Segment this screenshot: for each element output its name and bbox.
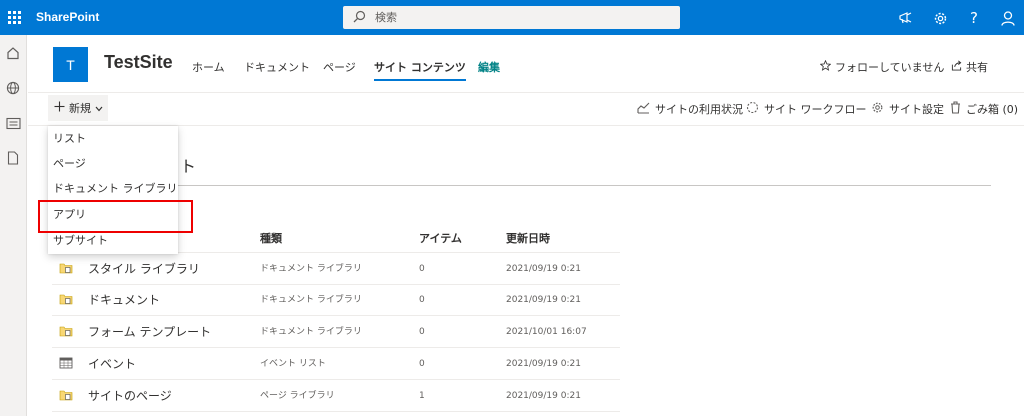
heading-divider bbox=[52, 185, 991, 186]
table-row[interactable]: サイトのページ ページ ライブラリ 1 2021/09/19 0:21 bbox=[52, 380, 620, 412]
site-logo[interactable]: T bbox=[53, 47, 88, 82]
person-icon[interactable] bbox=[998, 8, 1018, 28]
menu-item-document-library[interactable]: ドキュメント ライブラリ bbox=[48, 176, 178, 201]
table-row[interactable]: イベント イベント リスト 0 2021/09/19 0:21 bbox=[52, 348, 620, 380]
share-button[interactable]: 共有 bbox=[951, 59, 988, 75]
recycle-bin-button[interactable]: ごみ箱 (0) bbox=[950, 101, 1018, 117]
nav-edit-link[interactable]: 編集 bbox=[478, 59, 500, 75]
nav-pages[interactable]: ページ bbox=[323, 59, 356, 75]
menu-item-list[interactable]: リスト bbox=[48, 126, 178, 151]
site-workflow-label: サイト ワークフロー bbox=[764, 103, 867, 116]
new-dropdown-menu: リスト ページ ドキュメント ライブラリ アプリ サブサイト bbox=[48, 126, 178, 254]
row-modified: 2021/09/19 0:21 bbox=[506, 359, 581, 369]
brand-label[interactable]: SharePoint bbox=[36, 0, 99, 35]
site-settings-button[interactable]: サイト設定 bbox=[871, 101, 944, 117]
share-icon bbox=[951, 60, 962, 74]
table-row[interactable]: ドキュメント ドキュメント ライブラリ 0 2021/09/19 0:21 bbox=[52, 284, 620, 316]
chevron-down-icon bbox=[95, 102, 103, 115]
header-divider bbox=[28, 92, 1024, 93]
home-icon[interactable] bbox=[5, 45, 21, 61]
gear-icon[interactable] bbox=[930, 8, 950, 28]
row-count: 0 bbox=[419, 295, 425, 305]
row-name[interactable]: イベント bbox=[88, 348, 136, 380]
row-name[interactable]: スタイル ライブラリ bbox=[88, 253, 200, 285]
library-icon bbox=[59, 389, 73, 401]
document-icon[interactable] bbox=[5, 150, 21, 166]
row-name[interactable]: ドキュメント bbox=[88, 284, 160, 316]
row-count: 0 bbox=[419, 264, 425, 274]
trash-icon bbox=[950, 101, 961, 117]
row-count: 1 bbox=[419, 391, 425, 401]
library-icon bbox=[59, 325, 73, 337]
search-icon bbox=[353, 10, 366, 26]
row-modified: 2021/09/19 0:21 bbox=[506, 391, 581, 401]
new-label: 新規 bbox=[69, 102, 91, 115]
row-count: 0 bbox=[419, 359, 425, 369]
row-count: 0 bbox=[419, 327, 425, 337]
column-header-type[interactable]: 種類 bbox=[260, 230, 282, 246]
menu-item-page[interactable]: ページ bbox=[48, 151, 178, 176]
library-icon bbox=[59, 293, 73, 305]
nav-site-contents[interactable]: サイト コンテンツ bbox=[374, 59, 466, 81]
new-button[interactable]: 新規 bbox=[48, 95, 108, 121]
plus-icon bbox=[54, 101, 65, 115]
site-usage-label: サイトの利用状況 bbox=[655, 103, 743, 116]
site-title[interactable]: TestSite bbox=[104, 52, 173, 73]
share-label: 共有 bbox=[966, 61, 988, 74]
left-rail bbox=[0, 35, 27, 416]
row-type: ページ ライブラリ bbox=[260, 391, 335, 401]
row-name[interactable]: サイトのページ bbox=[88, 380, 172, 412]
site-usage-button[interactable]: サイトの利用状況 bbox=[637, 101, 743, 117]
site-settings-label: サイト設定 bbox=[889, 103, 944, 116]
globe-icon[interactable] bbox=[5, 80, 21, 96]
calendar-icon bbox=[59, 357, 73, 369]
row-type: ドキュメント ライブラリ bbox=[260, 264, 362, 274]
library-icon bbox=[59, 262, 73, 274]
suite-bar: SharePoint 検索 ? bbox=[0, 0, 1024, 35]
search-box[interactable]: 検索 bbox=[343, 6, 680, 29]
waffle-icon[interactable] bbox=[0, 0, 28, 35]
row-name[interactable]: フォーム テンプレート bbox=[88, 316, 211, 348]
news-icon[interactable] bbox=[5, 115, 21, 131]
site-workflow-button[interactable]: サイト ワークフロー bbox=[746, 101, 867, 117]
row-type: イベント リスト bbox=[260, 359, 326, 369]
star-icon bbox=[819, 59, 832, 74]
row-modified: 2021/09/19 0:21 bbox=[506, 295, 581, 305]
annotation-highlight-box bbox=[38, 200, 193, 233]
megaphone-icon[interactable] bbox=[896, 8, 916, 28]
row-type: ドキュメント ライブラリ bbox=[260, 295, 362, 305]
follow-button[interactable]: フォローしていません bbox=[819, 59, 945, 75]
search-placeholder: 検索 bbox=[375, 11, 397, 24]
row-modified: 2021/09/19 0:21 bbox=[506, 264, 581, 274]
workflow-icon bbox=[746, 101, 759, 117]
recycle-bin-label: ごみ箱 (0) bbox=[966, 103, 1019, 116]
nav-home[interactable]: ホーム bbox=[192, 59, 225, 75]
table-row[interactable]: フォーム テンプレート ドキュメント ライブラリ 0 2021/10/01 16… bbox=[52, 316, 620, 348]
column-header-modified[interactable]: 更新日時 bbox=[506, 230, 550, 246]
column-header-items[interactable]: アイテム bbox=[419, 230, 462, 246]
follow-label: フォローしていません bbox=[835, 61, 945, 74]
row-type: ドキュメント ライブラリ bbox=[260, 327, 362, 337]
gear-icon bbox=[871, 101, 884, 117]
help-icon[interactable]: ? bbox=[964, 8, 984, 28]
table-row[interactable]: スタイル ライブラリ ドキュメント ライブラリ 0 2021/09/19 0:2… bbox=[52, 253, 620, 285]
chart-icon bbox=[637, 102, 650, 117]
nav-documents[interactable]: ドキュメント bbox=[244, 59, 310, 75]
row-modified: 2021/10/01 16:07 bbox=[506, 327, 587, 337]
